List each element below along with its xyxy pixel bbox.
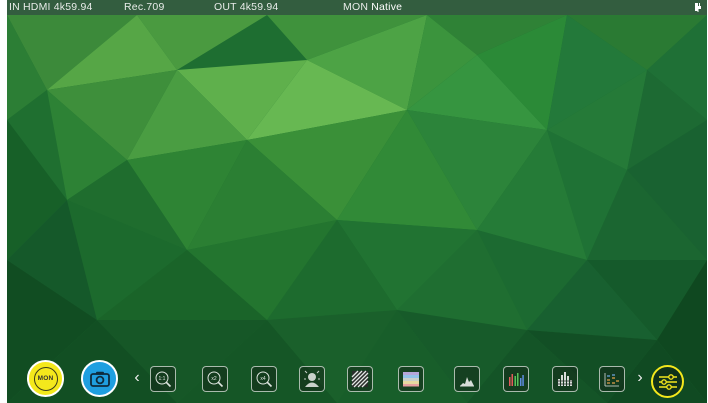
zoom-1to1-button[interactable]: 1:1: [150, 366, 176, 392]
vectorscope-button[interactable]: [552, 366, 578, 392]
monitor-mode-button-label: MON: [37, 375, 54, 382]
monitor-mode-ring: MON: [33, 366, 58, 391]
sliders-icon: [658, 373, 677, 390]
svg-text:x2: x2: [211, 376, 217, 382]
svg-text:x4: x4: [260, 376, 266, 382]
monitor-screen: IN HDMI 4k59.94 Rec.709 OUT 4k59.94 MON …: [7, 0, 707, 403]
zoom-1to1-icon: 1:1: [155, 371, 172, 388]
output-status: OUT 4k59.94: [214, 1, 279, 13]
zoom-x2-icon: x2: [207, 371, 224, 388]
zoom-x4-button[interactable]: x4: [251, 366, 277, 392]
monitor-mode-button[interactable]: MON: [27, 360, 64, 397]
scroll-right-arrow[interactable]: ›: [635, 368, 645, 388]
svg-text:1:1: 1:1: [159, 376, 166, 382]
vectorscope-icon: [557, 372, 573, 386]
input-status: IN HDMI 4k59.94: [9, 1, 93, 13]
color-space-status: Rec.709: [124, 1, 165, 13]
status-bar: IN HDMI 4k59.94 Rec.709 OUT 4k59.94 MON …: [7, 0, 707, 15]
zebra-button[interactable]: [347, 366, 373, 392]
settings-sliders-button[interactable]: [651, 365, 684, 398]
zoom-x4-icon: x4: [256, 371, 273, 388]
luma-waveform-button[interactable]: [454, 366, 480, 392]
zoom-x2-button[interactable]: x2: [202, 366, 228, 392]
monitor-mode-value: Native: [371, 1, 403, 13]
wallpaper-background: [7, 0, 707, 403]
battery-bar-icon: [695, 3, 698, 11]
camera-icon: [89, 371, 110, 387]
monitor-mode-status: MON Native: [343, 0, 402, 15]
rgb-parade-button[interactable]: [503, 366, 529, 392]
false-color-icon: [403, 372, 419, 387]
false-color-button[interactable]: [398, 366, 424, 392]
status-indicators: ›: [695, 3, 701, 12]
zebra-icon: [351, 370, 369, 388]
focus-peaking-button[interactable]: [299, 366, 325, 392]
rgb-parade-icon: [509, 373, 524, 386]
luma-waveform-icon: [460, 377, 474, 387]
scroll-left-arrow[interactable]: ‹: [132, 368, 142, 388]
focus-peaking-icon: [304, 370, 320, 387]
audio-meters-icon: [604, 373, 619, 387]
audio-meters-button[interactable]: [599, 366, 625, 392]
snapshot-camera-button[interactable]: [81, 360, 118, 397]
monitor-mode-label: MON: [343, 1, 369, 13]
